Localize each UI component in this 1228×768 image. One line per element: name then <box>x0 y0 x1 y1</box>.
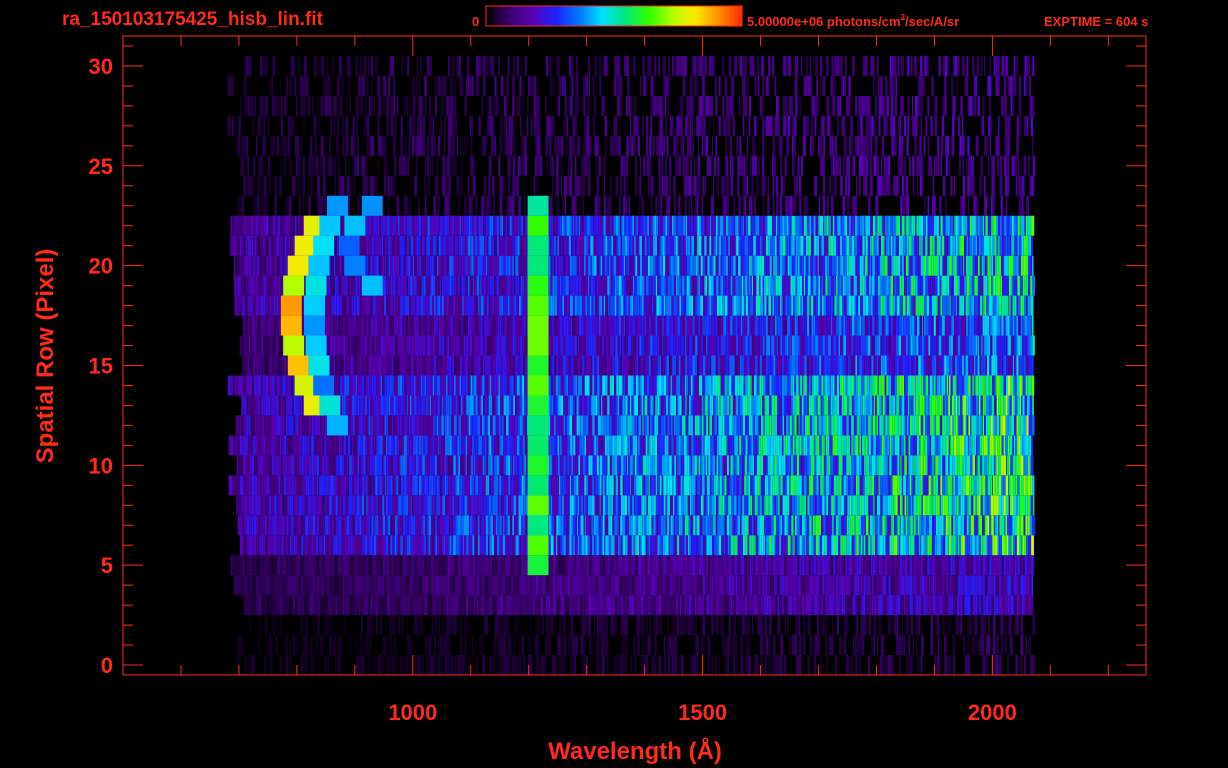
y-tick-label: 20 <box>89 254 113 279</box>
x-axis-label: Wavelength (Å) <box>548 737 722 765</box>
colorbar <box>485 5 743 27</box>
spectral-image <box>227 56 1036 675</box>
emission-feature-1 <box>527 195 549 576</box>
spectral-image-chart: ra_150103175425_hisb_lin.fit 0 5.00000e+… <box>32 5 1148 765</box>
y-tick-label: 5 <box>101 553 113 578</box>
y-tick-label: 30 <box>89 54 113 79</box>
y-axis-label: Spatial Row (Pixel) <box>32 249 59 464</box>
file-name-title: ra_150103175425_hisb_lin.fit <box>62 9 324 30</box>
x-tick-label: 2000 <box>968 700 1017 725</box>
y-tick-label: 15 <box>89 353 113 378</box>
y-tick-labels: 0 5 10 15 20 25 30 <box>89 54 113 678</box>
y-tick-label: 25 <box>89 154 113 179</box>
x-tick-labels: 1000 1500 2000 <box>388 700 1017 725</box>
x-tick-label: 1500 <box>678 700 727 725</box>
spectrogram-view: ra_150103175425_hisb_lin.fit 0 5.00000e+… <box>0 0 1228 768</box>
x-tick-label: 1000 <box>388 700 437 725</box>
y-tick-label: 10 <box>89 453 113 478</box>
colorbar-min-label: 0 <box>472 14 479 29</box>
colorbar-max-label: 5.00000e+06 photons/cm2/sec/A/sr <box>747 13 959 29</box>
exposure-time-label: EXPTIME = 604 s <box>1044 14 1148 29</box>
y-tick-label: 0 <box>101 653 113 678</box>
